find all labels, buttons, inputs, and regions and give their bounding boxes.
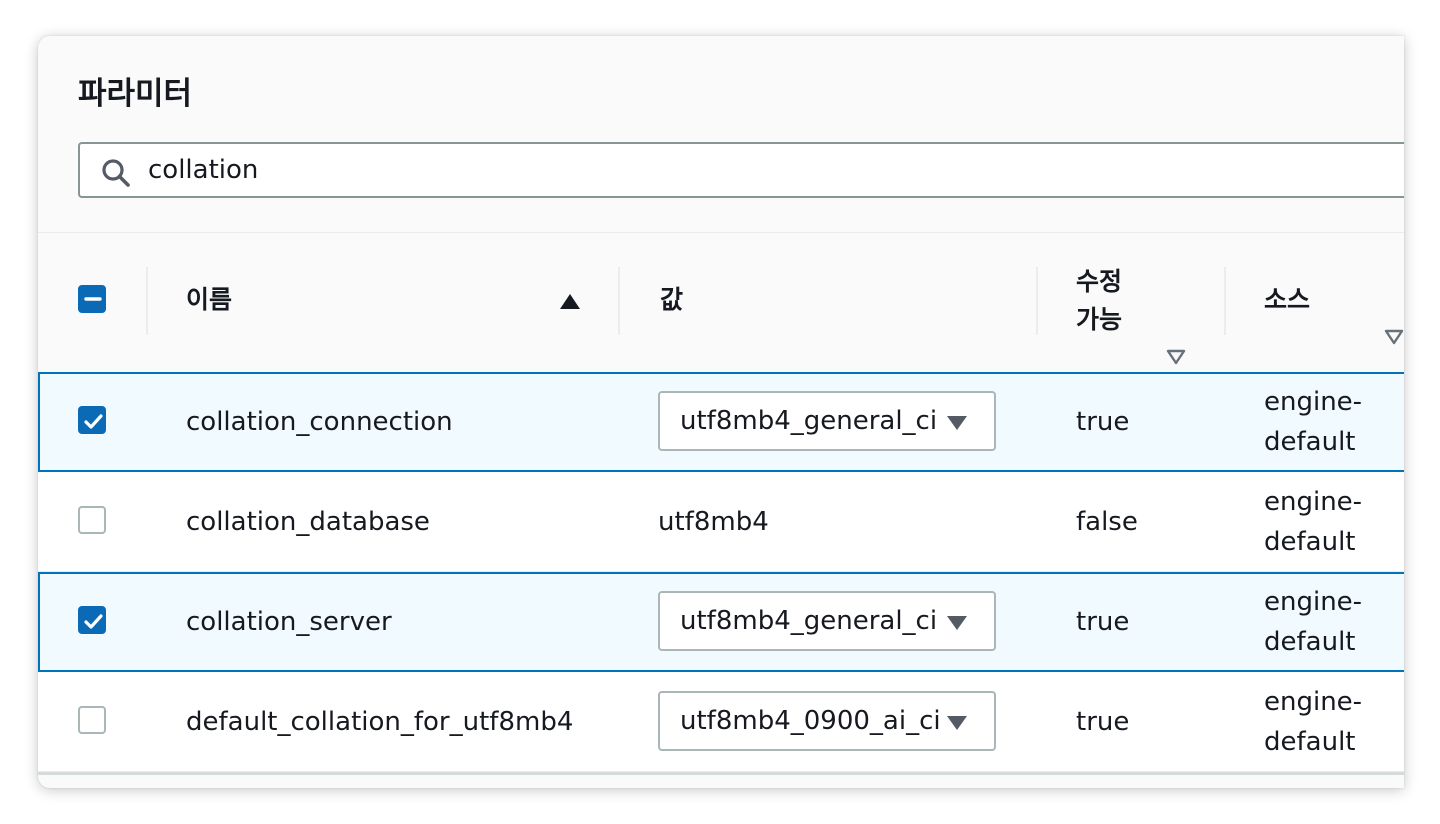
parameter-value: utf8mb4: [658, 507, 769, 537]
table-row[interactable]: collation_connection utf8mb4_general_ci …: [38, 372, 1404, 472]
value-select-text: utf8mb4_general_ci: [680, 606, 938, 636]
select-all-checkbox[interactable]: [78, 285, 106, 313]
value-select-text: utf8mb4_0900_ai_ci: [680, 706, 941, 736]
column-divider: [146, 267, 148, 335]
parameter-name: collation_server: [186, 607, 392, 637]
indeterminate-icon: [84, 297, 102, 301]
caret-down-icon: [947, 416, 967, 430]
parameter-name: default_collation_for_utf8mb4: [186, 707, 574, 737]
row-checkbox[interactable]: [78, 506, 106, 534]
modifiable-value: false: [1076, 507, 1138, 537]
value-select[interactable]: utf8mb4_general_ci: [658, 391, 996, 451]
column-header-name[interactable]: 이름: [186, 281, 232, 319]
check-icon: [84, 614, 103, 629]
parameter-name: collation_connection: [186, 407, 453, 437]
source-value: engine-default: [1264, 587, 1363, 657]
modifiable-value: true: [1076, 707, 1130, 737]
source-value: engine-default: [1264, 387, 1363, 457]
column-divider: [1224, 267, 1226, 335]
table-row[interactable]: default_collation_for_utf8mb4 utf8mb4_09…: [38, 672, 1404, 772]
parameters-panel: 파라미터 이름 값 수정 가능 소스: [38, 36, 1404, 788]
sort-ascending-icon[interactable]: [559, 293, 581, 311]
row-checkbox[interactable]: [78, 406, 106, 434]
source-value: engine-default: [1264, 687, 1363, 757]
caret-down-icon: [947, 716, 967, 730]
table-row[interactable]: collation_server utf8mb4_general_ci true…: [38, 572, 1404, 672]
search-box[interactable]: [78, 142, 1404, 198]
column-header-modifiable-line1[interactable]: 수정: [1076, 263, 1122, 301]
table-row[interactable]: collation_database utf8mb4 false engine-…: [38, 472, 1404, 572]
column-header-modifiable-line2[interactable]: 가능: [1076, 301, 1122, 339]
row-checkbox[interactable]: [78, 706, 106, 734]
column-header-value[interactable]: 값: [660, 281, 683, 319]
column-header-source[interactable]: 소스: [1264, 281, 1310, 319]
search-input[interactable]: [148, 152, 1348, 188]
parameter-name: collation_database: [186, 507, 430, 537]
panel-title: 파라미터: [78, 76, 193, 112]
value-select-text: utf8mb4_general_ci: [680, 406, 938, 436]
column-divider: [1036, 267, 1038, 335]
modifiable-value: true: [1076, 607, 1130, 637]
caret-down-icon: [947, 616, 967, 630]
sort-icon[interactable]: [1166, 349, 1186, 365]
column-divider: [618, 267, 620, 335]
modifiable-value: true: [1076, 407, 1130, 437]
table-header: 이름 값 수정 가능 소스: [38, 233, 1404, 372]
value-select[interactable]: utf8mb4_general_ci: [658, 591, 996, 651]
search-icon: [102, 159, 130, 187]
value-select[interactable]: utf8mb4_0900_ai_ci: [658, 691, 996, 751]
check-icon: [84, 414, 103, 429]
sort-icon[interactable]: [1384, 329, 1404, 345]
source-value: engine-default: [1264, 487, 1363, 557]
row-checkbox[interactable]: [78, 606, 106, 634]
table-bottom-border: [38, 772, 1404, 775]
